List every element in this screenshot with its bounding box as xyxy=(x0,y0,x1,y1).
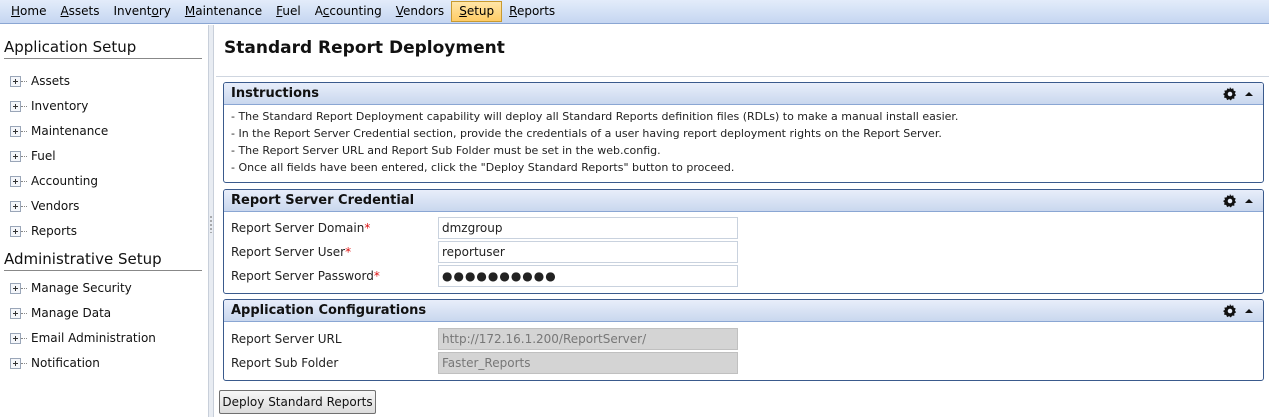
plus-box-icon[interactable] xyxy=(10,100,21,112)
splitter-grip-icon[interactable] xyxy=(210,215,212,233)
menu-home[interactable]: Home xyxy=(4,1,53,22)
sidebar-item-vendors[interactable]: Vendors xyxy=(10,197,79,215)
application-setup-heading: Application Setup xyxy=(4,38,137,56)
instruction-line: - Once all fields have been entered, cli… xyxy=(231,161,735,174)
sidebar-item-fuel[interactable]: Fuel xyxy=(10,147,56,165)
sidebar-item-maintenance[interactable]: Maintenance xyxy=(10,122,108,140)
url-input xyxy=(438,328,738,350)
sidebar-item-inventory[interactable]: Inventory xyxy=(10,97,88,115)
gear-icon[interactable] xyxy=(1223,193,1237,208)
appconfig-panel-header: Application Configurations xyxy=(224,300,1263,322)
plus-box-icon[interactable] xyxy=(10,307,21,319)
password-label: Report Server Password* xyxy=(231,269,380,283)
gear-icon[interactable] xyxy=(1223,86,1237,101)
sidebar-item-assets[interactable]: Assets xyxy=(10,72,70,90)
credential-panel-header: Report Server Credential xyxy=(224,190,1263,212)
url-row: Report Server URL xyxy=(231,328,1261,350)
domain-row: Report Server Domain* xyxy=(231,217,1261,239)
menu-reports[interactable]: Reports xyxy=(502,1,562,22)
password-row: Report Server Password* xyxy=(231,265,1261,287)
menu-vendors[interactable]: Vendors xyxy=(389,1,451,22)
folder-row: Report Sub Folder xyxy=(231,352,1261,374)
appconfig-panel: Application Configurations Report Server… xyxy=(223,299,1264,381)
menu-fuel[interactable]: Fuel xyxy=(269,1,308,22)
instructions-panel-header: Instructions xyxy=(224,83,1263,105)
sidebar-item-accounting[interactable]: Accounting xyxy=(10,172,98,190)
credential-panel: Report Server Credential Report Server D… xyxy=(223,189,1264,294)
top-menu-bar: Home Assets Inventory Maintenance Fuel A… xyxy=(0,0,1269,24)
chevron-up-icon[interactable] xyxy=(1245,308,1253,313)
instruction-line: - The Report Server URL and Report Sub F… xyxy=(231,144,661,157)
administrative-setup-heading: Administrative Setup xyxy=(4,250,162,268)
domain-input[interactable] xyxy=(438,217,738,239)
deploy-standard-reports-button[interactable]: Deploy Standard Reports xyxy=(219,390,376,414)
sidebar-item-reports[interactable]: Reports xyxy=(10,222,77,240)
menu-accounting[interactable]: Accounting xyxy=(308,1,389,22)
page-title: Standard Report Deployment xyxy=(224,38,505,58)
password-input[interactable] xyxy=(438,265,738,287)
sidebar: Application Setup Assets Inventory Maint… xyxy=(0,25,208,417)
chevron-up-icon[interactable] xyxy=(1245,91,1253,96)
instruction-line: - In the Report Server Credential sectio… xyxy=(231,127,942,140)
menu-maintenance[interactable]: Maintenance xyxy=(178,1,269,22)
panel-title: Application Configurations xyxy=(231,303,427,318)
chevron-up-icon[interactable] xyxy=(1245,198,1253,203)
instruction-line: - The Standard Report Deployment capabil… xyxy=(231,110,959,123)
sidebar-item-email-administration[interactable]: Email Administration xyxy=(10,329,156,347)
title-divider xyxy=(216,76,1269,77)
plus-box-icon[interactable] xyxy=(10,357,21,369)
sidebar-splitter[interactable] xyxy=(208,25,214,417)
plus-box-icon[interactable] xyxy=(10,282,21,294)
menu-setup[interactable]: Setup xyxy=(451,1,503,22)
sidebar-item-manage-security[interactable]: Manage Security xyxy=(10,279,132,297)
instructions-panel: Instructions - The Standard Report Deplo… xyxy=(223,82,1264,183)
plus-box-icon[interactable] xyxy=(10,200,21,212)
plus-box-icon[interactable] xyxy=(10,125,21,137)
user-label: Report Server User* xyxy=(231,245,352,259)
panel-title: Report Server Credential xyxy=(231,193,415,208)
user-row: Report Server User* xyxy=(231,241,1261,263)
heading-divider xyxy=(4,270,202,271)
url-label: Report Server URL xyxy=(231,332,342,346)
panel-title: Instructions xyxy=(231,86,320,101)
plus-box-icon[interactable] xyxy=(10,332,21,344)
plus-box-icon[interactable] xyxy=(10,225,21,237)
menu-inventory[interactable]: Inventory xyxy=(107,1,178,22)
menu-assets[interactable]: Assets xyxy=(53,1,106,22)
plus-box-icon[interactable] xyxy=(10,175,21,187)
plus-box-icon[interactable] xyxy=(10,150,21,162)
heading-divider xyxy=(4,58,202,59)
plus-box-icon[interactable] xyxy=(10,75,21,87)
domain-label: Report Server Domain* xyxy=(231,221,371,235)
sidebar-item-manage-data[interactable]: Manage Data xyxy=(10,304,111,322)
user-input[interactable] xyxy=(438,241,738,263)
gear-icon[interactable] xyxy=(1223,303,1237,318)
folder-input xyxy=(438,352,738,374)
sidebar-item-notification[interactable]: Notification xyxy=(10,354,100,372)
folder-label: Report Sub Folder xyxy=(231,356,339,370)
